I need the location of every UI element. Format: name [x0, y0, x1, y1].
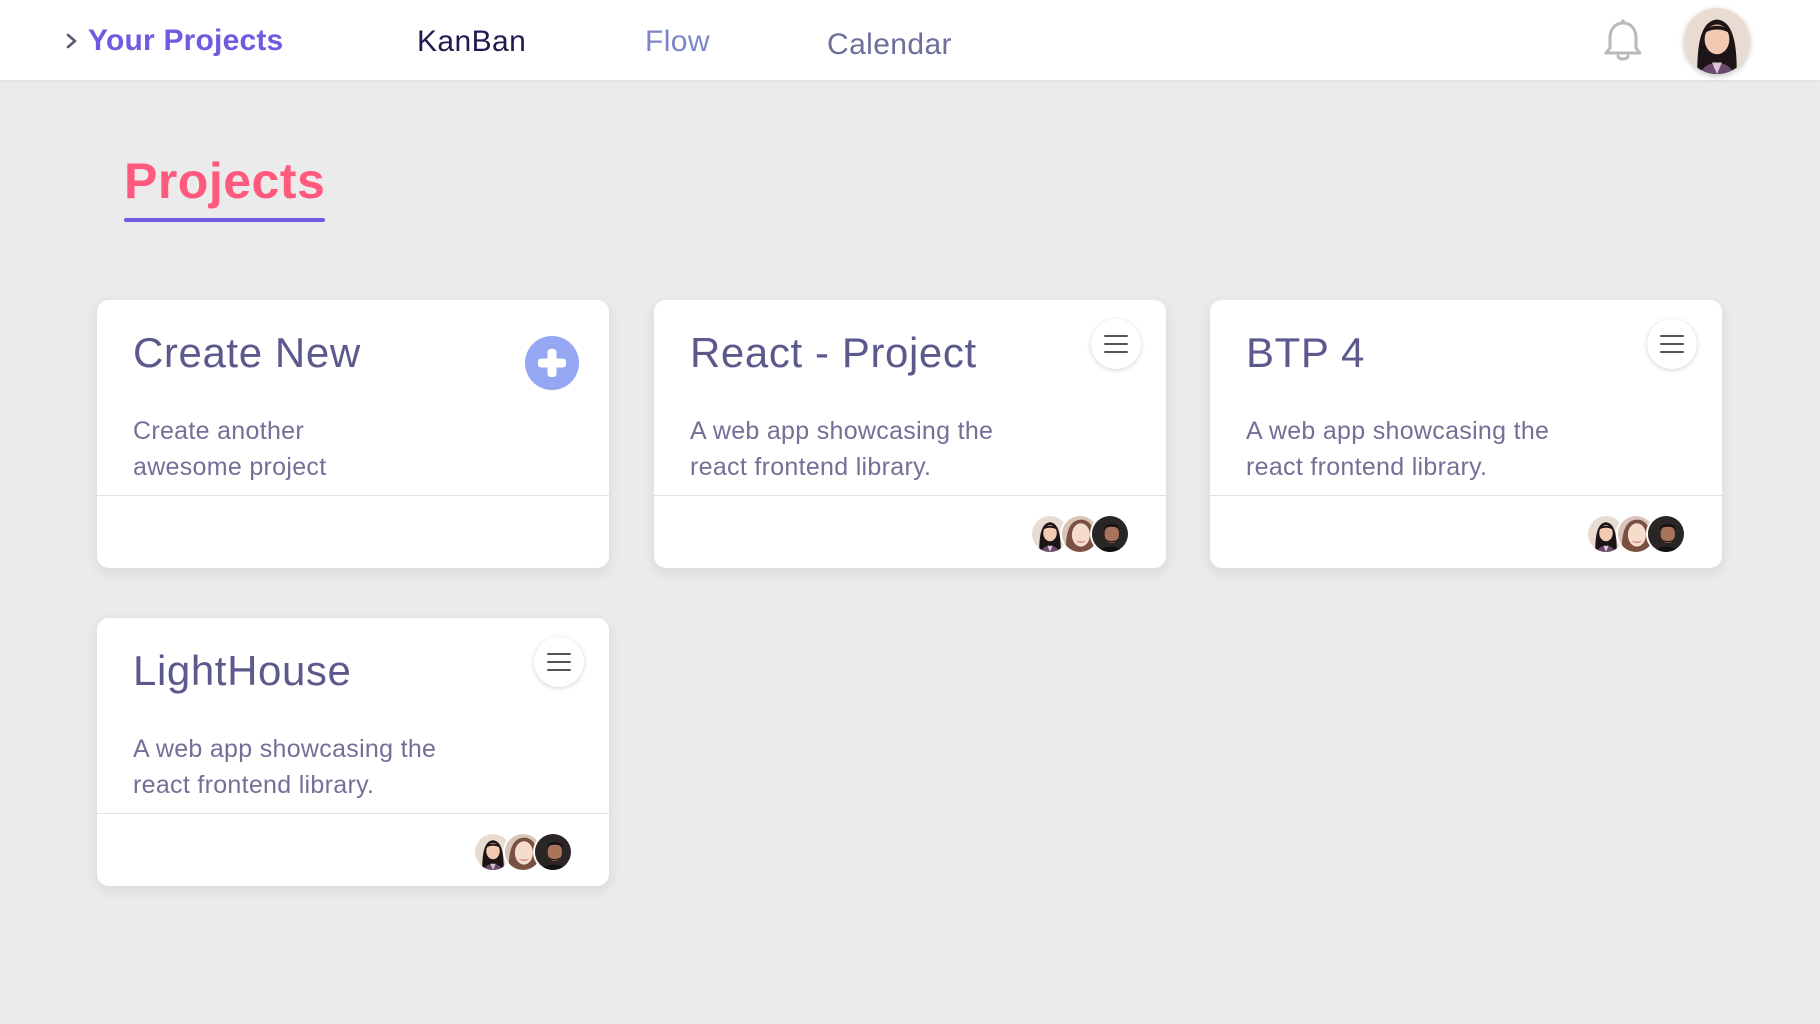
card-menu-button[interactable]: [1091, 319, 1141, 369]
member-avatars: [473, 832, 573, 872]
card-title: Create New: [133, 329, 361, 376]
card-description: A web app showcasing the react frontend …: [133, 735, 437, 799]
title-underline: [124, 218, 325, 222]
project-card[interactable]: BTP 4 A web app showcasing the react fro…: [1210, 300, 1722, 568]
member-avatars: [1030, 514, 1130, 554]
card-divider: [654, 495, 1166, 496]
card-title: React - Project: [690, 329, 977, 376]
menu-icon: [547, 653, 571, 671]
create-new-card[interactable]: Create New Create another awesome projec…: [97, 300, 609, 568]
member-avatar: [1646, 514, 1686, 554]
project-card[interactable]: LightHouse A web app showcasing the reac…: [97, 618, 609, 886]
tab-flow[interactable]: Flow: [645, 25, 710, 59]
user-avatar[interactable]: [1684, 8, 1750, 74]
card-description: Create another awesome project: [133, 417, 327, 481]
member-avatars: [1586, 514, 1686, 554]
tab-kanban[interactable]: KanBan: [417, 25, 526, 59]
page-title: Projects: [124, 153, 326, 209]
card-title: LightHouse: [133, 647, 352, 694]
card-description: A web app showcasing the react frontend …: [1246, 417, 1550, 481]
bell-icon[interactable]: [1600, 17, 1646, 65]
card-divider: [97, 495, 609, 496]
tab-calendar[interactable]: Calendar: [827, 28, 952, 62]
menu-icon: [1660, 335, 1684, 353]
member-avatar: [533, 832, 573, 872]
menu-icon: [1104, 335, 1128, 353]
card-title: BTP 4: [1246, 329, 1365, 376]
breadcrumb-your-projects[interactable]: Your Projects: [64, 24, 283, 58]
card-menu-button[interactable]: [534, 637, 584, 687]
top-navigation-bar: Your Projects KanBan Flow Calendar: [0, 0, 1820, 80]
plus-circle-icon[interactable]: [525, 336, 579, 390]
card-divider: [1210, 495, 1722, 496]
card-description: A web app showcasing the react frontend …: [690, 417, 994, 481]
project-card[interactable]: React - Project A web app showcasing the…: [654, 300, 1166, 568]
card-divider: [97, 813, 609, 814]
member-avatar: [1090, 514, 1130, 554]
chevron-right-icon: [66, 33, 77, 49]
card-menu-button[interactable]: [1647, 319, 1697, 369]
breadcrumb-label: Your Projects: [88, 24, 284, 57]
